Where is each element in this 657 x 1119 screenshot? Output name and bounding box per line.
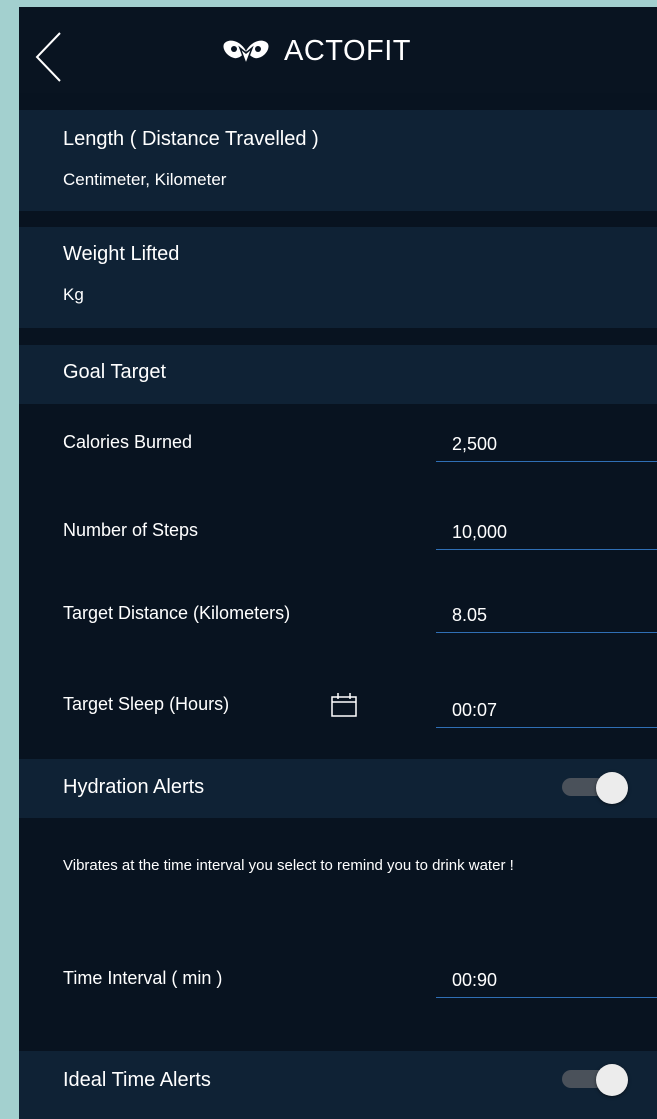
brand-name: ACTOFIT (284, 34, 412, 67)
goal-target-header: Goal Target (19, 345, 657, 404)
target-distance-value: 8.05 (452, 605, 488, 625)
number-of-steps-label: Number of Steps (63, 520, 199, 540)
target-sleep-label: Target Sleep (Hours) (63, 694, 230, 714)
back-button[interactable] (33, 29, 67, 85)
toggle-knob (596, 772, 628, 804)
length-unit-title: Length ( Distance Travelled ) (63, 128, 319, 150)
ideal-time-alerts-toggle[interactable] (562, 1064, 630, 1096)
weight-unit-value: Kg (63, 285, 84, 304)
app-screen: ACTOFIT Length ( Distance Travelled ) Ce… (19, 7, 657, 1119)
top-bar: ACTOFIT (19, 7, 657, 93)
weight-unit-title: Weight Lifted (63, 243, 180, 265)
target-sleep-value: 00:07 (452, 700, 498, 720)
hydration-alerts-title: Hydration Alerts (63, 776, 205, 798)
length-unit-setting[interactable]: Length ( Distance Travelled ) Centimeter… (19, 110, 657, 211)
time-interval-value: 00:90 (452, 970, 498, 990)
calories-burned-input[interactable]: 2,500 (436, 425, 657, 462)
toggle-knob (596, 1064, 628, 1096)
ideal-time-alerts-row: Ideal Time Alerts (19, 1051, 657, 1119)
number-of-steps-input[interactable]: 10,000 (436, 513, 657, 550)
goal-target-title: Goal Target (63, 361, 167, 383)
hydration-alerts-row: Hydration Alerts (19, 759, 657, 818)
target-distance-input[interactable]: 8.05 (436, 596, 657, 633)
length-unit-value: Centimeter, Kilometer (63, 170, 227, 189)
time-interval-input[interactable]: 00:90 (436, 961, 657, 998)
number-of-steps-value: 10,000 (452, 522, 508, 542)
target-distance-label: Target Distance (Kilometers) (63, 603, 291, 623)
ideal-time-alerts-title: Ideal Time Alerts (63, 1069, 211, 1091)
hydration-alerts-toggle[interactable] (562, 772, 630, 804)
actofit-logo-icon (223, 40, 269, 66)
chevron-left-icon (35, 32, 61, 82)
calories-burned-label: Calories Burned (63, 432, 193, 452)
calories-burned-value: 2,500 (452, 434, 498, 454)
time-interval-label: Time Interval ( min ) (63, 968, 223, 988)
target-sleep-input[interactable]: 00:07 (436, 691, 657, 728)
brand: ACTOFIT (222, 33, 411, 69)
calendar-icon[interactable] (330, 692, 358, 718)
weight-unit-setting[interactable]: Weight Lifted Kg (19, 227, 657, 328)
hydration-description: Vibrates at the time interval you select… (63, 857, 514, 874)
